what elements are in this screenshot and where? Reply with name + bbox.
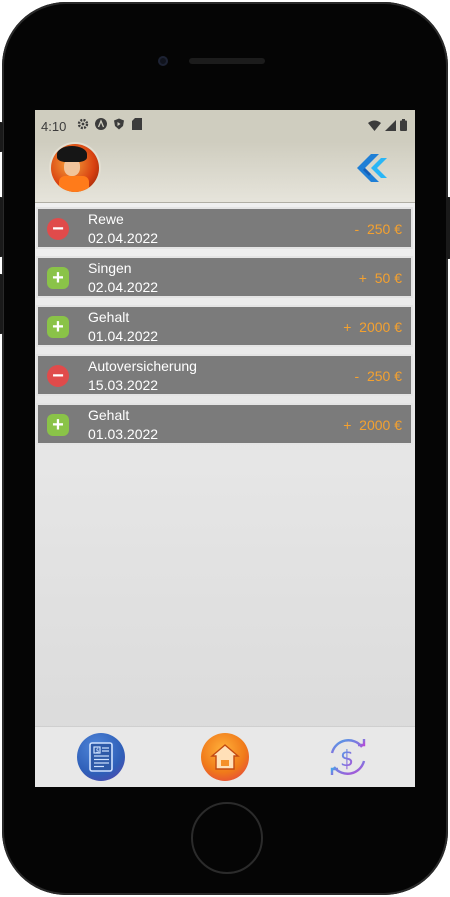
transaction-date: 01.03.2022 (88, 426, 159, 442)
svg-text:$: $ (96, 747, 100, 754)
transaction-date: 02.04.2022 (88, 230, 159, 246)
a-circle-icon (95, 118, 107, 130)
app-screen: 4:10 − Rewe 02.04.2022 - 250 € + Singen … (35, 110, 415, 787)
signal-icon (385, 119, 396, 134)
power-button (446, 197, 450, 259)
transaction-amount: - 250 € (354, 221, 402, 237)
plus-icon: + (47, 267, 69, 289)
report-icon[interactable]: $ (77, 733, 125, 781)
flutter-logo-icon[interactable] (345, 144, 393, 192)
transaction-date: 02.04.2022 (88, 279, 159, 295)
volume-up-button (0, 197, 3, 257)
transaction-row[interactable]: + Gehalt 01.04.2022 + 2000 € (38, 307, 411, 345)
battery-icon (400, 119, 407, 134)
sd-card-icon (131, 118, 143, 130)
gear-icon (77, 118, 89, 130)
currency-exchange-icon[interactable]: $ (324, 733, 372, 781)
transaction-row[interactable]: + Gehalt 01.03.2022 + 2000 € (38, 405, 411, 443)
transaction-amount: + 2000 € (343, 417, 402, 433)
transaction-title: Rewe (88, 211, 124, 227)
minus-icon: − (47, 365, 69, 387)
transaction-title: Gehalt (88, 407, 130, 423)
transaction-amount: - 250 € (354, 368, 402, 384)
transaction-row[interactable]: + Singen 02.04.2022 + 50 € (38, 258, 411, 296)
earpiece-speaker (189, 58, 265, 64)
front-camera (158, 56, 168, 66)
home-icon[interactable] (201, 733, 249, 781)
plus-icon: + (47, 414, 69, 436)
bottom-nav: $ $ (35, 726, 415, 787)
transaction-title: Gehalt (88, 309, 130, 325)
app-bar (35, 142, 415, 203)
shield-icon (113, 118, 125, 130)
transaction-amount: + 50 € (358, 270, 402, 286)
home-button[interactable] (191, 802, 263, 874)
transaction-date: 01.04.2022 (88, 328, 159, 344)
minus-icon: − (47, 218, 69, 240)
profile-avatar[interactable] (51, 144, 99, 192)
transaction-title: Singen (88, 260, 132, 276)
transaction-title: Autoversicherung (88, 358, 197, 374)
transaction-amount: + 2000 € (343, 319, 402, 335)
mute-switch (0, 122, 3, 152)
wifi-icon (368, 119, 381, 134)
transaction-row[interactable]: − Autoversicherung 15.03.2022 - 250 € (38, 356, 411, 394)
plus-icon: + (47, 316, 69, 338)
transaction-row[interactable]: − Rewe 02.04.2022 - 250 € (38, 209, 411, 247)
svg-text:$: $ (340, 747, 354, 772)
transaction-list: − Rewe 02.04.2022 - 250 € + Singen 02.04… (38, 209, 411, 454)
transaction-date: 15.03.2022 (88, 377, 159, 393)
status-time: 4:10 (41, 119, 67, 134)
status-bar: 4:10 (35, 110, 415, 142)
volume-down-button (0, 274, 3, 334)
